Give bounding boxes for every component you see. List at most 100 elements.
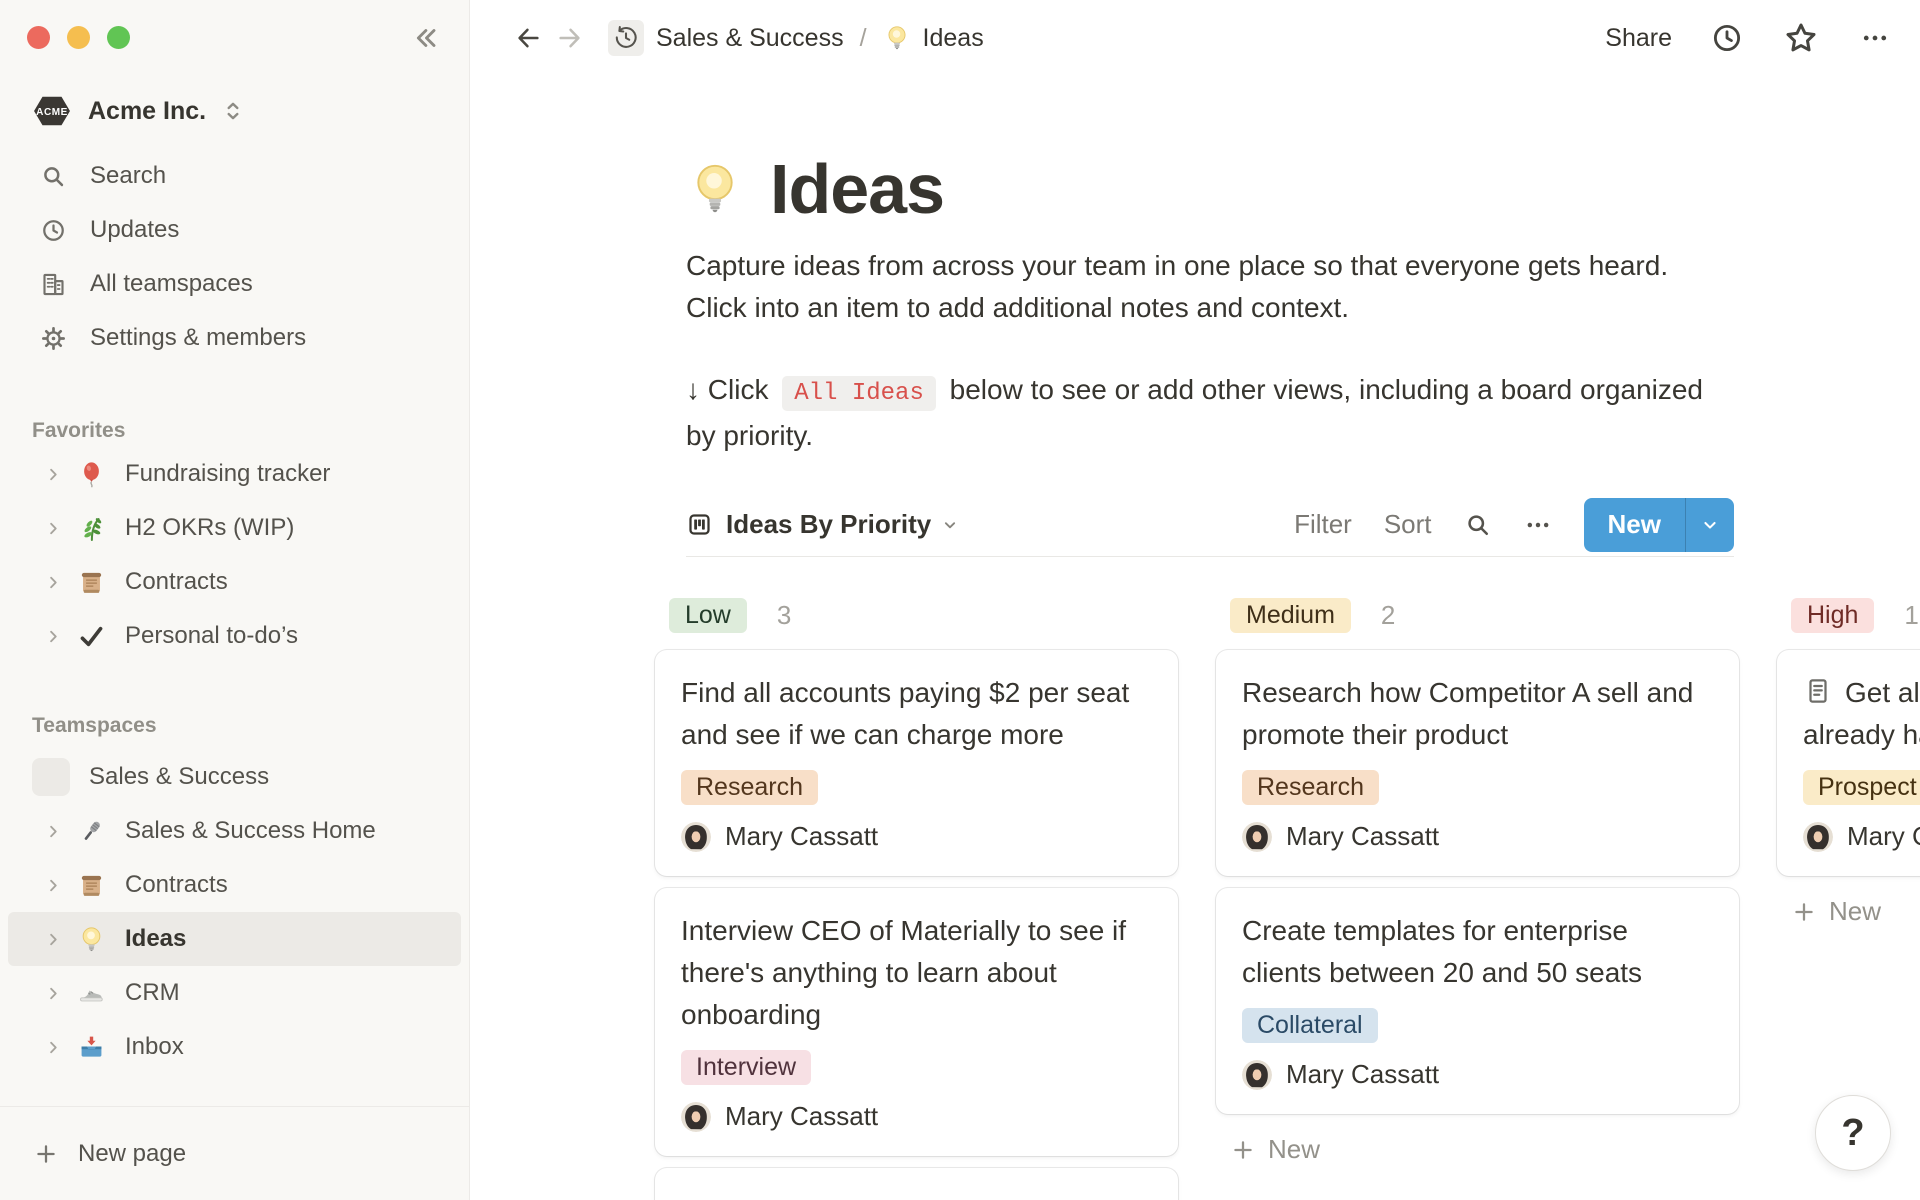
search-icon[interactable]	[1464, 511, 1492, 539]
card-title: Create templates for enterpriseclients b…	[1242, 910, 1713, 994]
person-name: Mary Cassatt	[725, 1101, 878, 1132]
zoom-window-button[interactable]	[107, 26, 130, 49]
view-tab-ideas-by-priority[interactable]: Ideas By Priority	[686, 509, 960, 540]
sidebar-item-personal-to-do-s[interactable]: Personal to-do’s	[0, 609, 469, 663]
new-button[interactable]: New	[1584, 498, 1734, 552]
chevron-right-icon[interactable]	[44, 876, 63, 895]
chevron-right-icon[interactable]	[44, 465, 63, 484]
sidebar-item-contracts[interactable]: Contracts	[0, 858, 469, 912]
board-card[interactable]: Find all accounts paying $2 per seatand …	[655, 650, 1178, 876]
sidebar-item-crm[interactable]: CRM	[0, 966, 469, 1020]
card-title-line: there's anything to learn about	[681, 952, 1152, 994]
chevron-right-icon[interactable]	[44, 984, 63, 1003]
callout-suffix: below to see or add other views, includi…	[950, 374, 1703, 405]
topbar-actions: Share	[1605, 19, 1890, 57]
window-controls	[0, 0, 469, 50]
sidebar-item-settings-members[interactable]: Settings & members	[0, 311, 469, 365]
share-button[interactable]: Share	[1605, 24, 1672, 53]
clock-icon	[40, 217, 67, 244]
chevron-right-icon[interactable]	[44, 822, 63, 841]
check-icon	[77, 622, 106, 651]
lightbulb-icon	[77, 925, 106, 954]
help-button[interactable]: ?	[1815, 1095, 1891, 1171]
clock-icon[interactable]	[1710, 21, 1744, 55]
card-tags: Research	[1242, 770, 1713, 805]
avatar	[1803, 822, 1833, 852]
sidebar-item-fundraising-tracker[interactable]: Fundraising tracker	[0, 447, 469, 501]
sidebar-collapse-icon[interactable]	[409, 23, 439, 53]
sidebar-item-label: Ideas	[125, 925, 186, 953]
topbar: Sales & Success / Ideas Share	[470, 0, 1920, 76]
column-header: Medium 2	[1216, 595, 1739, 635]
sidebar-item-search[interactable]: Search	[0, 149, 469, 203]
sidebar-item-sales-success-home[interactable]: Sales & Success Home	[0, 804, 469, 858]
board-card[interactable]: Get allalready haProspectMary Cassatt	[1777, 650, 1920, 876]
section-items: Fundraising tracker H2 OKRs (WIP)Contract…	[0, 447, 469, 663]
column-pill-low[interactable]: Low	[669, 598, 747, 633]
sidebar-item-label: Sales & Success	[89, 763, 269, 791]
forward-icon[interactable]	[556, 24, 584, 52]
chevron-right-icon[interactable]	[44, 519, 63, 538]
card-person: Mary Cassatt	[1242, 821, 1713, 852]
sidebar-item-inbox[interactable]: Inbox	[0, 1020, 469, 1074]
chevron-right-icon[interactable]	[44, 1038, 63, 1057]
sidebar-item-h2-okrs-wip-[interactable]: H2 OKRs (WIP)	[0, 501, 469, 555]
card-person: Mary Cassatt	[681, 821, 1152, 852]
person-name: Mary Cassatt	[1286, 821, 1439, 852]
history-clock-icon	[608, 20, 644, 56]
column-new-button[interactable]: New	[1777, 896, 1920, 927]
sidebar-item-all-teamspaces[interactable]: All teamspaces	[0, 257, 469, 311]
balloon-icon	[77, 460, 106, 489]
sidebar-item-updates[interactable]: Updates	[0, 203, 469, 257]
sidebar-item-label: All teamspaces	[90, 270, 253, 298]
close-window-button[interactable]	[27, 26, 50, 49]
scroll-icon	[77, 568, 106, 597]
sidebar-item-sales-success[interactable]: Sales & Success	[0, 750, 469, 804]
section-items: Sales & Success Sales & Success Home Contr…	[0, 750, 469, 1074]
new-button-label[interactable]: New	[1584, 498, 1685, 552]
search-icon	[40, 163, 67, 190]
column-count: 2	[1381, 600, 1395, 631]
column-pill-high[interactable]: High	[1791, 598, 1874, 633]
sidebar-item-label: Contracts	[125, 871, 228, 899]
column-pill-medium[interactable]: Medium	[1230, 598, 1351, 633]
column-new-button[interactable]: New	[1216, 1134, 1739, 1165]
new-page-label: New page	[78, 1140, 186, 1168]
board-column-low: Low3Find all accounts paying $2 per seat…	[655, 595, 1178, 1200]
page-body: Ideas Capture ideas from across your tea…	[470, 149, 1734, 1200]
sidebar-item-ideas[interactable]: Ideas	[8, 912, 461, 966]
tag-pill-research: Research	[681, 770, 818, 805]
board-card[interactable]: Create templates for enterpriseclients b…	[1216, 888, 1739, 1114]
card-title-line: already ha	[1803, 714, 1920, 756]
board-card[interactable]: Research how Competitor A sell andpromot…	[1216, 650, 1739, 876]
sort-button[interactable]: Sort	[1384, 509, 1432, 540]
minimize-window-button[interactable]	[67, 26, 90, 49]
card-title-line: clients between 20 and 50 seats	[1242, 952, 1713, 994]
card-title-line: Research how Competitor A sell and	[1242, 672, 1713, 714]
chevron-right-icon[interactable]	[44, 627, 63, 646]
breadcrumb-page[interactable]: Ideas	[923, 24, 984, 53]
sidebar-item-contracts[interactable]: Contracts	[0, 555, 469, 609]
card-title-line: Find all accounts paying $2 per seat	[681, 672, 1152, 714]
new-button-dropdown[interactable]	[1686, 498, 1734, 552]
herb-icon	[77, 514, 106, 543]
workspace-name: Acme Inc.	[88, 97, 206, 126]
chevron-right-icon[interactable]	[44, 930, 63, 949]
plus-icon	[1230, 1137, 1256, 1163]
board-card[interactable]: Target design agencies who have	[655, 1168, 1178, 1200]
more-options-icon[interactable]	[1860, 23, 1890, 53]
filter-button[interactable]: Filter	[1294, 509, 1352, 540]
sidebar-menu: SearchUpdates All teamspaces Settings & me…	[0, 149, 469, 365]
page-description-line: Click into an item to add additional not…	[686, 287, 1734, 329]
workspace-switcher[interactable]: ACME Acme Inc.	[30, 90, 469, 132]
board-card[interactable]: Interview CEO of Materially to see ifthe…	[655, 888, 1178, 1156]
more-options-icon[interactable]	[1524, 511, 1552, 539]
new-page-button[interactable]: New page	[0, 1106, 469, 1200]
card-tags: Interview	[681, 1050, 1152, 1085]
back-icon[interactable]	[514, 24, 542, 52]
breadcrumb-teamspace[interactable]: Sales & Success	[656, 24, 844, 53]
star-icon[interactable]	[1782, 19, 1820, 57]
sidebar-item-label: Fundraising tracker	[125, 460, 330, 488]
card-person: Mary Cassatt	[681, 1101, 1152, 1132]
chevron-right-icon[interactable]	[44, 573, 63, 592]
